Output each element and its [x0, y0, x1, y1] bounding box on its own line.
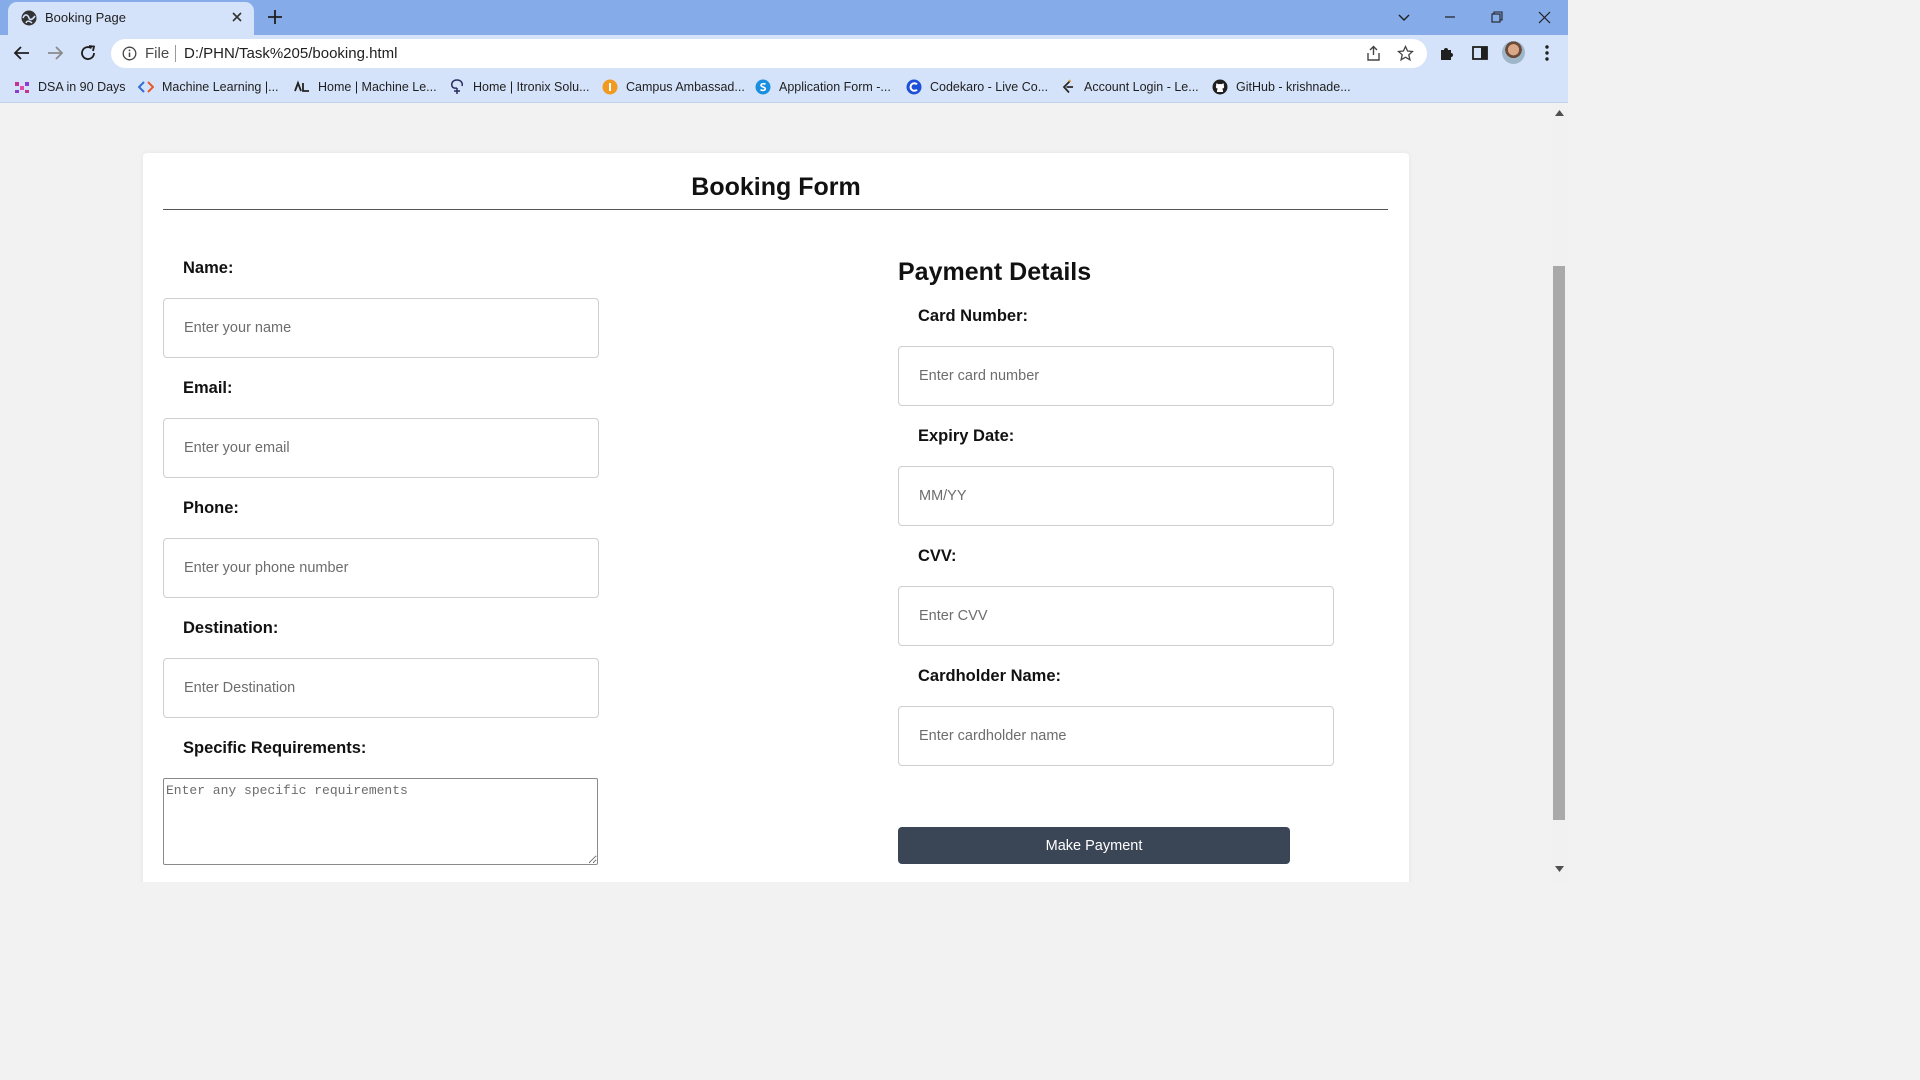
dsa-icon — [15, 82, 29, 93]
title-divider — [163, 209, 1388, 210]
bookmark-github[interactable]: GitHub - krishnade... — [1212, 78, 1351, 96]
url-separator — [175, 45, 176, 62]
name-label: Name: — [183, 259, 234, 277]
email-label: Email: — [183, 379, 233, 397]
skype-icon — [755, 79, 771, 95]
page-viewport: Booking Form Name: Email: Phone: Destina… — [0, 104, 1551, 882]
back-arrow-icon[interactable] — [13, 44, 31, 62]
restore-icon — [1491, 11, 1503, 23]
bookmark-application-form[interactable]: Application Form -... — [755, 78, 891, 96]
globe-icon — [21, 10, 37, 26]
bookmarks-bar: DSA in 90 Days Machine Learning |... Hom… — [0, 72, 1568, 103]
cardholder-name-input[interactable] — [898, 706, 1334, 766]
email-input[interactable] — [163, 418, 599, 478]
itronix-icon — [451, 79, 463, 94]
booking-card: Booking Form Name: Email: Phone: Destina… — [143, 153, 1409, 882]
name-input[interactable] — [163, 298, 599, 358]
bookmark-itronix[interactable]: Home | Itronix Solu... — [449, 78, 590, 96]
code-icon — [138, 81, 154, 93]
scrollbar-thumb[interactable] — [1553, 266, 1565, 820]
scroll-down-arrow-icon[interactable] — [1555, 866, 1564, 872]
campus-icon — [602, 79, 618, 95]
bookmark-home-machine-learning[interactable]: Home | Machine Le... — [294, 78, 437, 96]
share-icon[interactable] — [1365, 45, 1382, 62]
minimize-button[interactable] — [1427, 5, 1473, 29]
cvv-input[interactable] — [898, 586, 1334, 646]
leetcode-icon — [1062, 79, 1073, 94]
payment-details-title: Payment Details — [898, 258, 1092, 286]
ml-icon — [294, 80, 309, 92]
restore-button[interactable] — [1474, 5, 1520, 29]
close-window-button[interactable] — [1521, 5, 1567, 29]
address-bar[interactable]: File D:/PHN/Task%205/booking.html — [111, 39, 1427, 68]
close-tab-icon[interactable] — [230, 10, 244, 24]
tab-title: Booking Page — [45, 10, 126, 25]
bookmark-campus-ambassador[interactable]: Campus Ambassad... — [602, 78, 745, 96]
requirements-label: Specific Requirements: — [183, 739, 367, 757]
expiry-date-input[interactable] — [898, 466, 1334, 526]
url-text[interactable]: D:/PHN/Task%205/booking.html — [184, 45, 397, 62]
cvv-label: CVV: — [918, 547, 957, 565]
side-panel-icon[interactable] — [1471, 44, 1489, 62]
browser-toolbar: File D:/PHN/Task%205/booking.html — [0, 35, 1568, 72]
scroll-up-arrow-icon[interactable] — [1555, 110, 1564, 116]
tab-search-button[interactable] — [1381, 5, 1427, 29]
browser-tab[interactable]: Booking Page — [8, 2, 254, 35]
page-title: Booking Form — [691, 173, 861, 201]
extensions-puzzle-icon[interactable] — [1438, 44, 1456, 62]
destination-input[interactable] — [163, 658, 599, 718]
card-number-input[interactable] — [898, 346, 1334, 406]
info-icon[interactable] — [122, 46, 137, 61]
bookmark-star-icon[interactable] — [1397, 45, 1414, 62]
phone-label: Phone: — [183, 499, 239, 517]
bookmark-codekaro[interactable]: Codekaro - Live Co... — [906, 78, 1048, 96]
phone-input[interactable] — [163, 538, 599, 598]
profile-avatar[interactable] — [1502, 41, 1525, 64]
requirements-textarea[interactable] — [163, 778, 598, 865]
cardholder-name-label: Cardholder Name: — [918, 667, 1062, 685]
new-tab-icon[interactable] — [266, 8, 284, 26]
reload-icon[interactable] — [79, 44, 97, 62]
tab-strip: Booking Page — [0, 0, 1568, 35]
expiry-date-label: Expiry Date: — [918, 427, 1015, 445]
codekaro-icon — [906, 79, 922, 95]
more-menu-icon[interactable] — [1538, 44, 1556, 62]
card-number-label: Card Number: — [918, 307, 1029, 325]
github-icon — [1212, 79, 1228, 95]
make-payment-button[interactable]: Make Payment — [898, 827, 1290, 864]
close-icon — [1538, 11, 1550, 23]
chevron-down-icon — [1398, 14, 1410, 21]
bookmark-dsa[interactable]: DSA in 90 Days — [14, 78, 126, 96]
bookmark-account-login[interactable]: Account Login - Le... — [1060, 78, 1199, 96]
url-scheme-label: File — [145, 45, 170, 62]
page-scrollbar[interactable] — [1551, 104, 1568, 882]
bookmark-machine-learning[interactable]: Machine Learning |... — [138, 78, 279, 96]
forward-arrow-icon[interactable] — [46, 44, 64, 62]
minimize-icon — [1445, 16, 1455, 18]
destination-label: Destination: — [183, 619, 279, 637]
